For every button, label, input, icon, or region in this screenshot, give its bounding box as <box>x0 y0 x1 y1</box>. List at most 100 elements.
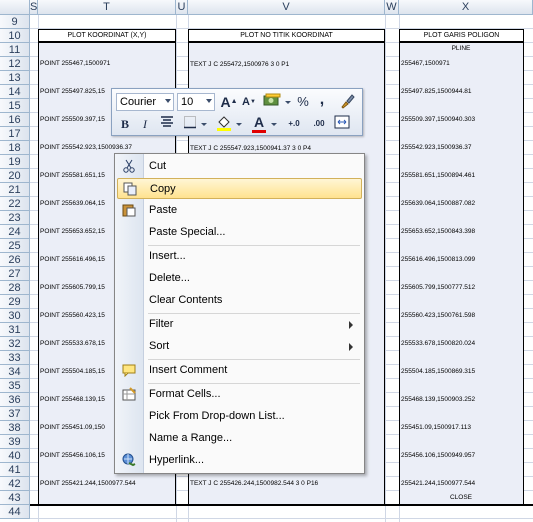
format-painter-button[interactable] <box>338 93 356 111</box>
select-all-corner[interactable] <box>0 0 30 15</box>
cell-t[interactable]: POINT 255497.825,15 <box>40 87 105 97</box>
row-header[interactable]: 27 <box>0 267 30 281</box>
row-header[interactable]: 33 <box>0 351 30 365</box>
cell-t[interactable]: POINT 255616.496,15 <box>40 255 105 265</box>
menu-item-sort[interactable]: Sort <box>117 336 362 357</box>
row-header[interactable]: 21 <box>0 183 30 197</box>
row-header[interactable]: 35 <box>0 379 30 393</box>
row-header[interactable]: 16 <box>0 113 30 127</box>
menu-item-hyperlink[interactable]: Hyperlink... <box>117 450 362 471</box>
cell-x[interactable]: 255616.496,1500813.099 <box>401 255 475 265</box>
chevron-down-icon[interactable] <box>236 123 242 126</box>
cell-t[interactable]: POINT 255467,1500971 <box>40 59 110 69</box>
row-header[interactable]: 28 <box>0 281 30 295</box>
row-header[interactable]: 32 <box>0 337 30 351</box>
chevron-down-icon[interactable] <box>206 99 212 103</box>
row-header[interactable]: 17 <box>0 127 30 141</box>
cell-x[interactable]: 255467,1500971 <box>401 59 450 69</box>
cell-x[interactable]: 255421.244,1500977.544 <box>401 479 475 489</box>
increase-decimal-button[interactable]: +.0 <box>283 115 305 133</box>
grow-font-button[interactable]: A▲ <box>220 93 238 111</box>
row-header[interactable]: 18 <box>0 141 30 155</box>
column-header-x[interactable]: X <box>399 0 533 15</box>
accounting-format-button[interactable] <box>262 93 282 111</box>
align-center-button[interactable] <box>159 115 175 133</box>
row-header[interactable]: 39 <box>0 435 30 449</box>
column-header-u[interactable]: U <box>176 0 188 15</box>
row-header[interactable]: 36 <box>0 393 30 407</box>
fill-color-button[interactable] <box>215 115 233 133</box>
row-header[interactable]: 13 <box>0 71 30 85</box>
cell-t[interactable]: POINT 255533.678,15 <box>40 339 105 349</box>
menu-item-clear-contents[interactable]: Clear Contents <box>117 290 362 311</box>
menu-item-pick-from-list[interactable]: Pick From Drop-down List... <box>117 406 362 427</box>
row-header[interactable]: 43 <box>0 491 30 505</box>
chevron-down-icon[interactable] <box>285 101 291 104</box>
row-header[interactable]: 30 <box>0 309 30 323</box>
cell-x[interactable]: 255533.678,1500820.024 <box>401 339 475 349</box>
row-header[interactable]: 12 <box>0 57 30 71</box>
menu-item-insert[interactable]: Insert... <box>117 246 362 267</box>
cell-x[interactable]: 255451.09,1500917.113 <box>401 423 471 433</box>
cell-x[interactable]: 255497.825,1500944.81 <box>401 87 472 97</box>
column-header-w[interactable]: W <box>385 0 399 15</box>
bold-button[interactable]: B <box>117 115 133 133</box>
column-header-t[interactable]: T <box>38 0 176 15</box>
row-header[interactable]: 23 <box>0 211 30 225</box>
column-header-s[interactable]: S <box>30 0 38 15</box>
cell-t[interactable]: POINT 255451.09,150 <box>40 423 105 433</box>
font-size-combo[interactable]: 10 <box>177 93 215 111</box>
cell-x[interactable]: 255605.799,1500777.512 <box>401 283 475 293</box>
row-header[interactable]: 44 <box>0 505 30 519</box>
cell-x[interactable]: 255509.397,1500940.303 <box>401 115 475 125</box>
column-header-v[interactable]: V <box>188 0 385 15</box>
decrease-decimal-button[interactable]: .00 <box>308 115 330 133</box>
row-header[interactable]: 41 <box>0 463 30 477</box>
cell-t[interactable]: POINT 255504.185,15 <box>40 367 105 377</box>
cell-t[interactable]: POINT 255581.651,15 <box>40 171 105 181</box>
italic-button[interactable]: I <box>137 115 153 133</box>
row-header[interactable]: 38 <box>0 421 30 435</box>
row-header[interactable]: 19 <box>0 155 30 169</box>
shrink-font-button[interactable]: A▼ <box>240 93 258 111</box>
row-header[interactable]: 26 <box>0 253 30 267</box>
cell-x[interactable]: 255639.064,1500887.082 <box>401 199 475 209</box>
row-header[interactable]: 11 <box>0 43 30 57</box>
cell-x[interactable]: 255542.923,1500936.37 <box>401 143 472 153</box>
cell-t[interactable]: POINT 255605.799,15 <box>40 283 105 293</box>
chevron-down-icon[interactable] <box>165 99 171 103</box>
cell-x[interactable]: 255560.423,1500761.598 <box>401 311 475 321</box>
row-header[interactable]: 40 <box>0 449 30 463</box>
menu-item-delete[interactable]: Delete... <box>117 268 362 289</box>
cell-x[interactable]: 255653.652,1500843.398 <box>401 227 475 237</box>
row-header[interactable]: 24 <box>0 225 30 239</box>
font-name-combo[interactable]: Courier <box>116 93 174 111</box>
row-header[interactable]: 37 <box>0 407 30 421</box>
row-header[interactable]: 22 <box>0 197 30 211</box>
cell-t[interactable]: POINT 255653.652,15 <box>40 227 105 237</box>
percent-style-button[interactable]: % <box>295 93 311 111</box>
row-header[interactable]: 31 <box>0 323 30 337</box>
row-header[interactable]: 20 <box>0 169 30 183</box>
cell-t[interactable]: POINT 255560.423,15 <box>40 311 105 321</box>
row-header[interactable]: 29 <box>0 295 30 309</box>
row-header[interactable]: 42 <box>0 477 30 491</box>
chevron-down-icon[interactable] <box>271 123 277 126</box>
borders-button[interactable] <box>182 115 198 133</box>
menu-item-name-range[interactable]: Name a Range... <box>117 428 362 449</box>
cell-x[interactable]: 255581.651,1500894.461 <box>401 171 475 181</box>
menu-item-copy[interactable]: Copy <box>117 178 362 199</box>
chevron-down-icon[interactable] <box>201 123 207 126</box>
row-header[interactable]: 15 <box>0 99 30 113</box>
menu-item-paste-special[interactable]: Paste Special... <box>117 222 362 243</box>
menu-item-insert-comment[interactable]: Insert Comment <box>117 360 362 381</box>
cell-t[interactable]: POINT 255639.064,15 <box>40 199 105 209</box>
cell-t[interactable]: POINT 255421.244,1500977.544 <box>40 479 136 489</box>
row-header[interactable]: 14 <box>0 85 30 99</box>
row-header[interactable]: 10 <box>0 29 30 43</box>
cell-t[interactable]: POINT 255509.397,15 <box>40 115 105 125</box>
cell-t[interactable]: POINT 255456.106,15 <box>40 451 105 461</box>
cell-x[interactable]: 255468.139,1500903.252 <box>401 395 475 405</box>
menu-item-cut[interactable]: Cut <box>117 156 362 177</box>
font-color-button[interactable]: A <box>250 113 268 133</box>
